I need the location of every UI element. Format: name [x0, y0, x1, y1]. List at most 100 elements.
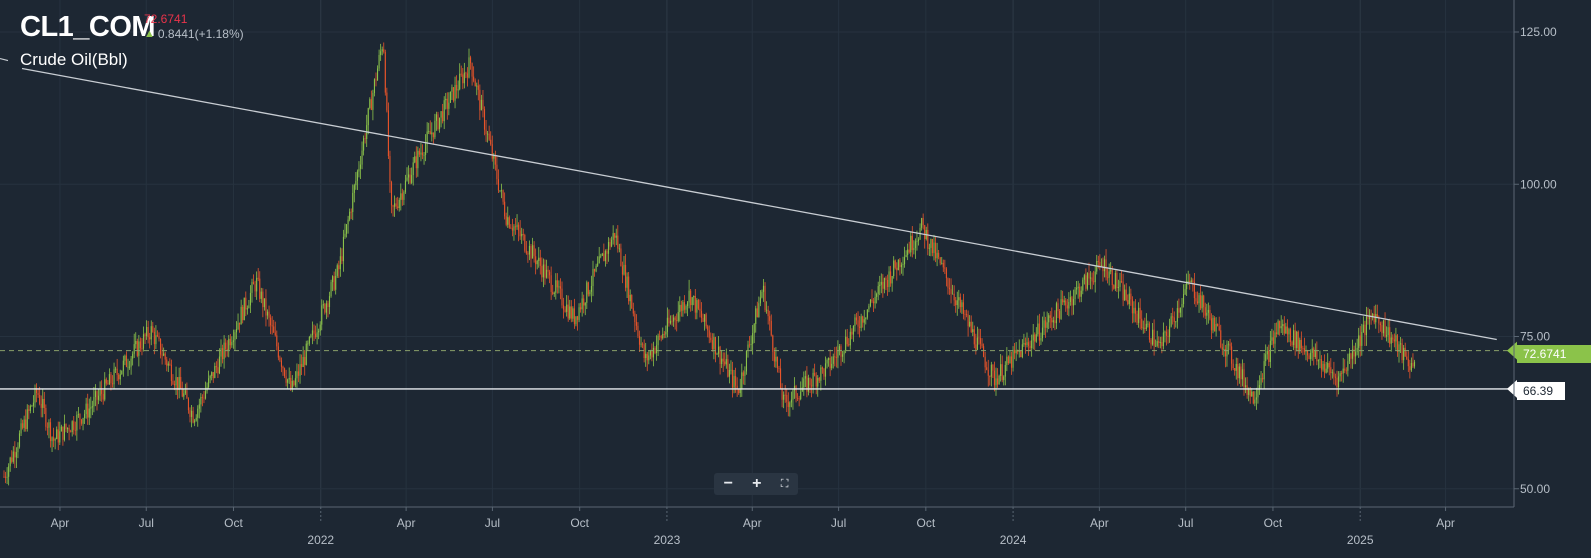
candle-body	[409, 174, 411, 183]
candle-body	[1043, 320, 1045, 328]
candle-body	[347, 219, 349, 225]
candle-body	[195, 417, 197, 421]
candle-body	[702, 317, 704, 322]
candle-body	[1057, 303, 1059, 312]
candle-body	[1339, 373, 1341, 377]
candle-body	[869, 299, 871, 307]
candle-body	[373, 79, 375, 93]
candle-body	[824, 363, 827, 377]
candle-body	[787, 401, 789, 407]
y-tick-label: 50.00	[1520, 482, 1550, 496]
candle-body	[544, 264, 546, 278]
candle-body	[408, 174, 410, 178]
candle-body	[1345, 370, 1347, 372]
candle-body	[377, 68, 379, 81]
candle-body	[852, 325, 854, 335]
candle-body	[645, 353, 647, 359]
candle-body	[1127, 300, 1129, 305]
candle-body	[291, 380, 293, 390]
candle-body	[671, 320, 673, 322]
x-month-label: Jul	[831, 516, 846, 530]
candle-body	[1409, 366, 1411, 371]
candle-body	[426, 131, 428, 144]
candle-body	[454, 84, 456, 101]
candle-body	[1006, 356, 1008, 365]
candle-body	[290, 377, 292, 390]
candle-body	[1241, 369, 1243, 380]
candle-body	[589, 291, 591, 295]
candle-body	[680, 304, 682, 311]
candle-body	[561, 288, 563, 306]
candle-body	[1108, 271, 1110, 278]
candle-body	[48, 422, 50, 428]
candle-body	[460, 73, 462, 75]
x-month-label: Apr	[397, 516, 416, 530]
candle-body	[485, 129, 487, 135]
candle-body	[163, 353, 165, 356]
candle-body	[778, 368, 780, 370]
x-month-label: Jul	[139, 516, 154, 530]
candle-body	[646, 353, 648, 361]
horizontal-level-tag-pointer	[1507, 379, 1517, 398]
candle-body	[262, 291, 264, 308]
candle-body	[719, 346, 721, 364]
candle-body	[203, 397, 205, 399]
candle-body	[549, 271, 551, 276]
candle-body	[76, 414, 78, 431]
candle-body	[1097, 261, 1099, 262]
candle-body	[22, 423, 24, 428]
candle-body	[116, 368, 118, 375]
candle-body	[823, 368, 825, 377]
candle-body	[1316, 350, 1318, 362]
candle-body	[924, 225, 926, 239]
candle-body	[1297, 331, 1299, 352]
x-month-label: Jul	[485, 516, 500, 530]
candle-body	[849, 331, 851, 346]
candle-body	[332, 276, 334, 283]
candle-body	[1215, 324, 1217, 332]
zoom-controls: − + ⛶	[714, 473, 798, 495]
candle-body	[1286, 326, 1288, 335]
candle-body	[1364, 324, 1366, 336]
candle-body	[894, 260, 896, 268]
candle-body	[355, 180, 357, 186]
candle-body	[180, 377, 182, 389]
candle-body	[17, 446, 19, 453]
candle-body	[381, 49, 383, 52]
candle-body	[877, 286, 879, 294]
candle-body	[956, 300, 958, 306]
candle-body	[606, 250, 608, 254]
candle-body	[983, 346, 985, 357]
zoom-in-button[interactable]: +	[752, 473, 761, 495]
candle-body	[9, 457, 11, 467]
candle-body	[1386, 335, 1388, 337]
candle-body	[992, 364, 994, 371]
candle-body	[211, 372, 213, 376]
candle-body	[1221, 347, 1223, 350]
candle-body	[144, 334, 146, 337]
candle-body	[550, 275, 552, 292]
candle-body	[1189, 280, 1191, 283]
candle-body	[814, 372, 816, 376]
candle-body	[80, 419, 83, 424]
candle-body	[483, 109, 486, 130]
candle-body	[1263, 361, 1265, 380]
candle-body	[187, 398, 189, 411]
zoom-out-button[interactable]: −	[724, 473, 733, 495]
candle-body	[634, 313, 636, 323]
candle-body	[821, 367, 823, 369]
candle-body	[1393, 339, 1395, 342]
candle-body	[401, 193, 403, 200]
candle-body	[1040, 338, 1042, 341]
candle-body	[1400, 343, 1402, 345]
candle-body	[322, 304, 324, 306]
candle-body	[573, 308, 575, 325]
candle-body	[752, 333, 754, 344]
fullscreen-icon[interactable]: ⛶	[781, 473, 789, 495]
candle-body	[625, 264, 627, 288]
candle-body	[229, 338, 231, 346]
candle-body	[1229, 343, 1231, 347]
candle-body	[70, 431, 72, 433]
candle-body	[141, 348, 143, 349]
candle-body	[68, 427, 70, 432]
